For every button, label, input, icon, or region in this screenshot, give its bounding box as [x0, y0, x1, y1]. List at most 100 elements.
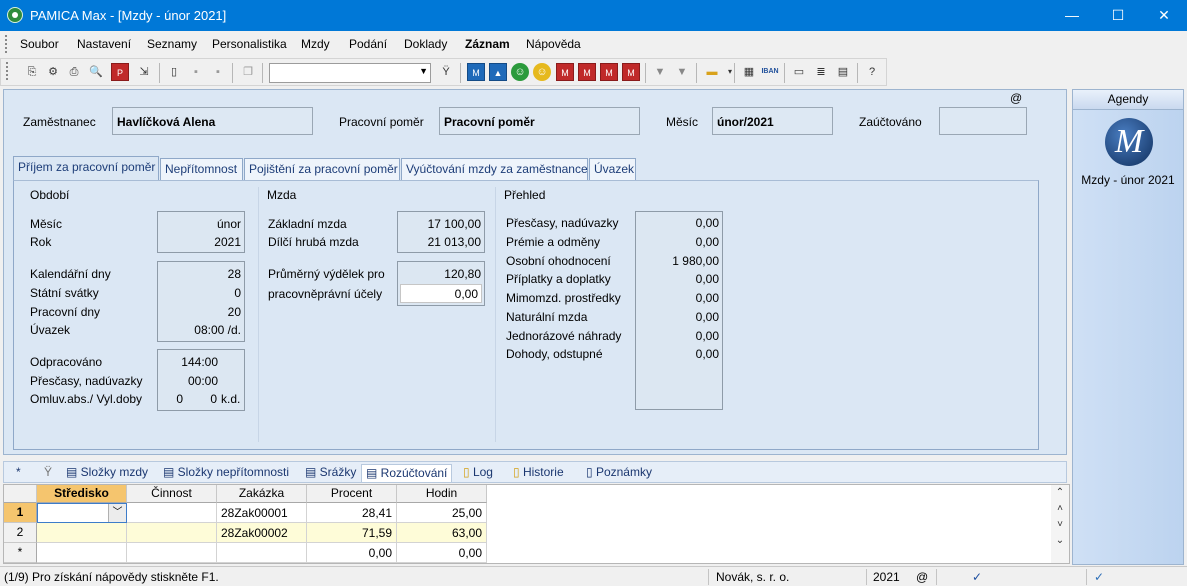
calculator-icon[interactable]: ▦ [740, 63, 758, 81]
menu-napoveda[interactable]: Nápověda [526, 37, 581, 51]
tab-nepritomnost[interactable]: Nepřítomnost [160, 158, 243, 180]
tab-uvazek[interactable]: Úvazek [589, 158, 636, 180]
col-header-procent[interactable]: Procent [307, 485, 397, 503]
month-field[interactable]: únor/2021 [712, 107, 833, 135]
new-icon[interactable]: ▯ [165, 63, 183, 81]
menu-podani[interactable]: Podání [349, 37, 387, 51]
hodin-cell[interactable]: 25,00 [397, 503, 487, 523]
tab-slozky-mzdy[interactable]: ▤ Složky mzdy [62, 464, 152, 482]
menu-zaznam[interactable]: Záznam [465, 37, 510, 51]
grid-icon: ▤ [366, 466, 381, 480]
person-green-icon[interactable]: ☺ [511, 63, 529, 81]
cinnost-cell[interactable] [127, 523, 217, 543]
save-all-icon[interactable]: ▪ [209, 63, 227, 81]
save-icon[interactable]: ▪ [187, 63, 205, 81]
chevron-down-icon[interactable]: ▼ [419, 66, 428, 76]
m-blue-icon[interactable]: M [467, 63, 485, 81]
m-red-icon-2[interactable]: M [578, 63, 596, 81]
tab-poznamky[interactable]: ▯ Poznámky [582, 464, 656, 482]
person-yellow-icon[interactable]: ☺ [533, 63, 551, 81]
menu-doklady[interactable]: Doklady [404, 37, 447, 51]
grid-nav-scroller[interactable]: ⌃ ˄ ˅ ⌄ [1051, 485, 1069, 563]
prehled-value-4: 0,00 [695, 291, 719, 305]
list-icon[interactable]: ≣ [812, 63, 830, 81]
procent-cell[interactable]: 71,59 [307, 523, 397, 543]
m-red-icon[interactable]: M [556, 63, 574, 81]
print-preview-icon[interactable]: 🔍 [87, 63, 105, 81]
col-header-cinnost[interactable]: Činnost [127, 485, 217, 503]
zakazka-cell[interactable] [217, 543, 307, 563]
menu-seznamy[interactable]: Seznamy [147, 37, 197, 51]
stredisko-cell[interactable] [37, 523, 127, 543]
settings-icon[interactable]: ⚙ [44, 63, 62, 81]
cinnost-cell[interactable] [127, 543, 217, 563]
menu-nastaveni[interactable]: Nastavení [77, 37, 131, 51]
open-icon[interactable]: ⎘ [23, 63, 41, 81]
col-header-zakazka[interactable]: Zakázka [217, 485, 307, 503]
tab-srazky[interactable]: ▤ Srážky [301, 464, 360, 482]
stredisko-cell[interactable] [37, 543, 127, 563]
tab-new-record[interactable]: * [12, 464, 25, 482]
scroll-down-icon[interactable]: ˅ [1051, 517, 1069, 533]
tab-slozky-nepritomnosti[interactable]: ▤ Složky nepřítomnosti [159, 464, 293, 482]
menu-soubor[interactable]: Soubor [20, 37, 59, 51]
col-header-hodin[interactable]: Hodin [397, 485, 487, 503]
export-icon[interactable]: ⇲ [135, 63, 153, 81]
hodin-cell[interactable]: 63,00 [397, 523, 487, 543]
toolbar-combo[interactable]: ▼ [269, 63, 431, 83]
folder-icon[interactable]: ▬ [703, 63, 721, 81]
m-red-icon-3[interactable]: M [600, 63, 618, 81]
m-red-icon-4[interactable]: M [622, 63, 640, 81]
kal-value: 28 [227, 267, 241, 281]
ok-circle-icon[interactable]: ✓ [1094, 570, 1104, 584]
help-icon[interactable]: ? [863, 63, 881, 81]
tab-prijem[interactable]: Příjem za pracovní poměr [13, 156, 159, 180]
app-icon[interactable] [7, 7, 23, 23]
tab-rozuctovani[interactable]: ▤ Rozúčtování [361, 464, 453, 482]
tab-vyuctovani[interactable]: Vyúčtování mzdy za zaměstnance [401, 158, 588, 180]
cinnost-cell[interactable] [127, 503, 217, 523]
tab-pojisteni[interactable]: Pojištění za pracovní poměr [244, 158, 400, 180]
copy-icon[interactable]: ❐ [239, 63, 257, 81]
funnel-clear-icon[interactable]: ▼ [673, 63, 691, 81]
tab-historie[interactable]: ▯ Historie [509, 464, 568, 482]
tab-log[interactable]: ▯ Log [459, 464, 497, 482]
zakazka-cell[interactable]: 28Zak00002 [217, 523, 307, 543]
relation-field[interactable]: Pracovní poměr [439, 107, 640, 135]
row-header[interactable]: 2 [4, 523, 37, 543]
agendy-item-mzdy[interactable]: Mzdy - únor 2021 [1073, 173, 1183, 187]
iban-icon[interactable]: IBAN [761, 63, 779, 81]
procent-cell[interactable]: 0,00 [307, 543, 397, 563]
up-arrow-icon[interactable]: ▲ [489, 63, 507, 81]
check-pen-icon[interactable]: ✓ [972, 570, 982, 584]
menu-personalistika[interactable]: Personalistika [212, 37, 287, 51]
minimize-button[interactable]: — [1049, 0, 1095, 31]
maximize-button[interactable]: ☐ [1095, 0, 1141, 31]
menu-mzdy[interactable]: Mzdy [301, 37, 330, 51]
mzdy-logo-icon[interactable]: M [1105, 118, 1153, 166]
folder-dropdown-icon[interactable]: ▾ [721, 63, 739, 81]
accounted-field[interactable] [939, 107, 1027, 135]
procent-cell[interactable]: 28,41 [307, 503, 397, 523]
row-header[interactable]: * [4, 543, 37, 563]
scroll-up-icon[interactable]: ˄ [1051, 501, 1069, 517]
chevron-down-icon[interactable]: ﹀ [108, 504, 126, 522]
zakazka-cell[interactable]: 28Zak00001 [217, 503, 307, 523]
filter-sort-icon[interactable]: Ÿ [437, 63, 455, 81]
stredisko-cell[interactable]: ﹀ [37, 503, 127, 523]
scroll-bottom-icon[interactable]: ⌄ [1051, 533, 1069, 549]
employee-field[interactable]: Havlíčková Alena [112, 107, 313, 135]
filter-icon[interactable]: Ÿ [40, 464, 56, 482]
hodin-cell[interactable]: 0,00 [397, 543, 487, 563]
report-icon[interactable]: ▤ [834, 63, 852, 81]
status-bar: (1/9) Pro získání nápovědy stiskněte F1.… [0, 566, 1187, 586]
monitor-icon[interactable]: ▭ [790, 63, 808, 81]
pdf-icon[interactable]: P [111, 63, 129, 81]
funnel-icon[interactable]: ▼ [651, 63, 669, 81]
col-header-stredisko[interactable]: Středisko [37, 485, 127, 503]
close-button[interactable]: ✕ [1141, 0, 1187, 31]
scroll-top-icon[interactable]: ⌃ [1051, 485, 1069, 501]
print-icon[interactable]: ⎙ [65, 63, 83, 81]
prum-input[interactable]: 0,00 [400, 284, 482, 303]
row-header[interactable]: 1 [4, 503, 37, 523]
